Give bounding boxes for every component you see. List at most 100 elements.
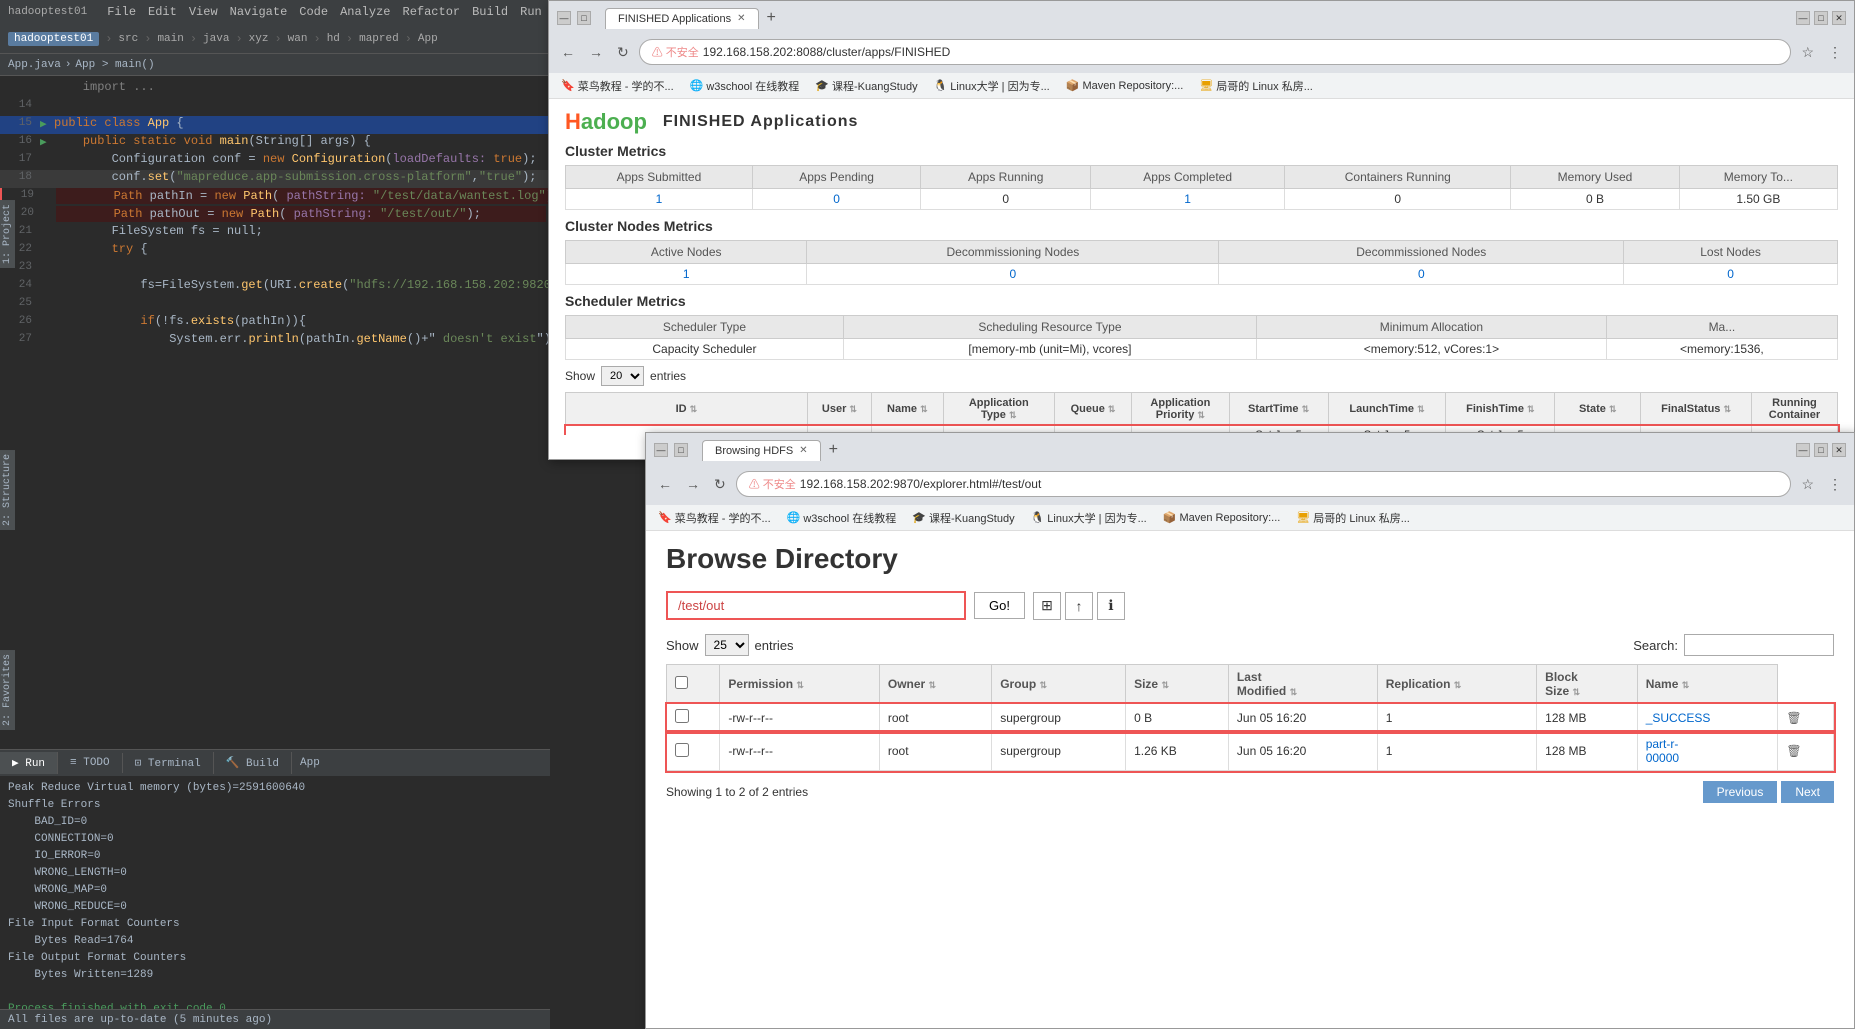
refresh-btn-hdfs[interactable]: ↻ [710,474,730,495]
bookmark-maven[interactable]: 📦Maven Repository:... [1062,77,1188,94]
favorites-tab[interactable]: 2: Favorites [0,650,15,730]
hdfs-copy-icon[interactable]: ⊞ [1033,592,1061,620]
th-app-type[interactable]: ApplicationType ⇅ [943,393,1054,426]
th-running-containers[interactable]: RunningContainer [1751,393,1837,426]
maximize-btn[interactable]: □ [577,11,591,25]
hdfs-show-select[interactable]: 25 [705,634,749,656]
more-btn-yarn[interactable]: ⋮ [1824,42,1846,63]
bookmark-kuang-hdfs[interactable]: 🎓课程-KuangStudy [908,508,1018,528]
th-user[interactable]: User ⇅ [807,393,871,426]
win-close-btn[interactable]: ✕ [1832,11,1846,25]
run-tab-build[interactable]: 🔨 Build [214,752,292,774]
th-final-status[interactable]: FinalStatus ⇅ [1641,393,1752,426]
more-btn-hdfs[interactable]: ⋮ [1824,474,1846,495]
tab-yarn-finished[interactable]: FINISHED Applications ✕ [605,8,759,29]
trash-icon-0[interactable]: 🗑 [1786,711,1801,725]
win-min-btn-hdfs[interactable]: — [1796,443,1810,457]
bookmark-cainiao-hdfs[interactable]: 🔖菜鸟教程 - 学的不... [654,508,775,528]
th-name[interactable]: Name ⇅ [1637,665,1778,704]
go-button[interactable]: Go! [974,592,1025,619]
th-queue[interactable]: Queue ⇅ [1054,393,1131,426]
th-owner[interactable]: Owner ⇅ [879,665,991,704]
show-select[interactable]: 20 [601,366,644,386]
th-finish-time[interactable]: FinishTime ⇅ [1446,393,1555,426]
refresh-btn-yarn[interactable]: ↻ [613,42,633,63]
bookmark-kuang[interactable]: 🎓课程-KuangStudy [811,76,921,96]
tab-close-yarn[interactable]: ✕ [737,13,745,24]
th-size[interactable]: Size ⇅ [1126,665,1229,704]
th-app-id[interactable]: ID ⇅ [566,393,808,426]
tab-hdfs-browse[interactable]: Browsing HDFS ✕ [702,440,821,461]
code-line-25: 25 [0,296,550,314]
run-tab-terminal[interactable]: ⊡ Terminal [123,752,214,774]
bookmark-star-btn[interactable]: ☆ [1797,42,1818,63]
menu-file[interactable]: File [107,5,136,19]
th-last-modified[interactable]: LastModified ⇅ [1228,665,1377,704]
th-permission[interactable]: Permission ⇅ [720,665,879,704]
bookmark-juge[interactable]: 🖥局哥的 Linux 私房... [1195,76,1317,96]
file-link-success[interactable]: _SUCCESS [1646,711,1711,725]
bookmark-w3school[interactable]: 🌐w3school 在线教程 [686,76,804,96]
new-tab-btn-yarn[interactable]: + [763,9,780,27]
th-app-priority[interactable]: ApplicationPriority ⇅ [1132,393,1229,426]
bookmark-juge-hdfs[interactable]: 🖥局哥的 Linux 私房... [1292,508,1414,528]
back-btn-yarn[interactable]: ← [557,42,579,62]
bookmark-linux-hdfs[interactable]: 🐧Linux大学 | 因为专... [1027,508,1151,528]
th-block-size[interactable]: BlockSize ⇅ [1537,665,1638,704]
trash-icon-1[interactable]: 🗑 [1786,744,1801,758]
tab-label-hdfs: Browsing HDFS [715,445,793,457]
menu-refactor[interactable]: Refactor [403,5,461,19]
win-max-btn-hdfs[interactable]: □ [1814,443,1828,457]
menu-code[interactable]: Code [299,5,328,19]
project-tab[interactable]: 1: Project [0,200,15,268]
minimize-btn[interactable]: — [557,11,571,25]
forward-btn-hdfs[interactable]: → [682,474,704,494]
toolbar-wan: wan [288,33,308,45]
bookmark-w3school-hdfs[interactable]: 🌐w3school 在线教程 [783,508,901,528]
hdfs-prev-btn[interactable]: Previous [1703,781,1778,803]
th-replication[interactable]: Replication ⇅ [1377,665,1536,704]
hdfs-info-icon[interactable]: ℹ [1097,592,1125,620]
run-tab-run[interactable]: ▶ Run [0,752,58,774]
win-close-btn-hdfs[interactable]: ✕ [1832,443,1846,457]
menu-run[interactable]: Run [520,5,542,19]
url-box-hdfs[interactable]: ⚠ 不安全 192.168.158.202:9870/explorer.html… [736,471,1792,497]
url-box-yarn[interactable]: ⚠ 不安全 192.168.158.202:8088/cluster/apps/… [639,39,1792,65]
url-warning-hdfs: ⚠ 不安全 [749,476,796,492]
row-checkbox-0[interactable] [675,709,689,723]
hdfs-entries-label: entries [755,638,794,653]
file-link-part[interactable]: part-r-00000 [1646,737,1679,765]
bookmark-maven-hdfs[interactable]: 📦Maven Repository:... [1159,509,1285,526]
minimize-btn-hdfs[interactable]: — [654,443,668,457]
new-tab-btn-hdfs[interactable]: + [825,441,842,459]
th-start-time[interactable]: StartTime ⇅ [1229,393,1328,426]
back-btn-hdfs[interactable]: ← [654,474,676,494]
th-name[interactable]: Name ⇅ [872,393,944,426]
th-group[interactable]: Group ⇅ [992,665,1126,704]
browser-window-hdfs: — □ Browsing HDFS ✕ + — □ ✕ ← → ↻ ⚠ 不安全 … [645,432,1855,1029]
run-tab-todo[interactable]: ≡ TODO [58,753,123,773]
structure-tab[interactable]: 2: Structure [0,450,15,530]
th-launch-time[interactable]: LaunchTime ⇅ [1328,393,1446,426]
hdfs-path-input[interactable] [666,591,966,620]
bookmark-star-btn-hdfs[interactable]: ☆ [1797,474,1818,495]
forward-btn-yarn[interactable]: → [585,42,607,62]
menu-view[interactable]: View [189,5,218,19]
menu-navigate[interactable]: Navigate [230,5,288,19]
menu-edit[interactable]: Edit [148,5,177,19]
menu-build[interactable]: Build [472,5,508,19]
row-checkbox-1[interactable] [675,743,689,757]
win-min-btn[interactable]: — [1796,11,1810,25]
hdfs-search-input[interactable] [1684,634,1834,656]
select-all-checkbox[interactable] [675,676,688,689]
maximize-btn-hdfs[interactable]: □ [674,443,688,457]
url-warning-yarn: ⚠ 不安全 [652,44,699,60]
hdfs-next-btn[interactable]: Next [1781,781,1834,803]
menu-analyze[interactable]: Analyze [340,5,390,19]
th-state[interactable]: State ⇅ [1555,393,1641,426]
tab-close-hdfs[interactable]: ✕ [799,445,807,456]
win-max-btn[interactable]: □ [1814,11,1828,25]
hdfs-upload-icon[interactable]: ↑ [1065,592,1093,620]
bookmark-cainiao[interactable]: 🔖菜鸟教程 - 学的不... [557,76,678,96]
bookmark-linux[interactable]: 🐧Linux大学 | 因为专... [930,76,1054,96]
